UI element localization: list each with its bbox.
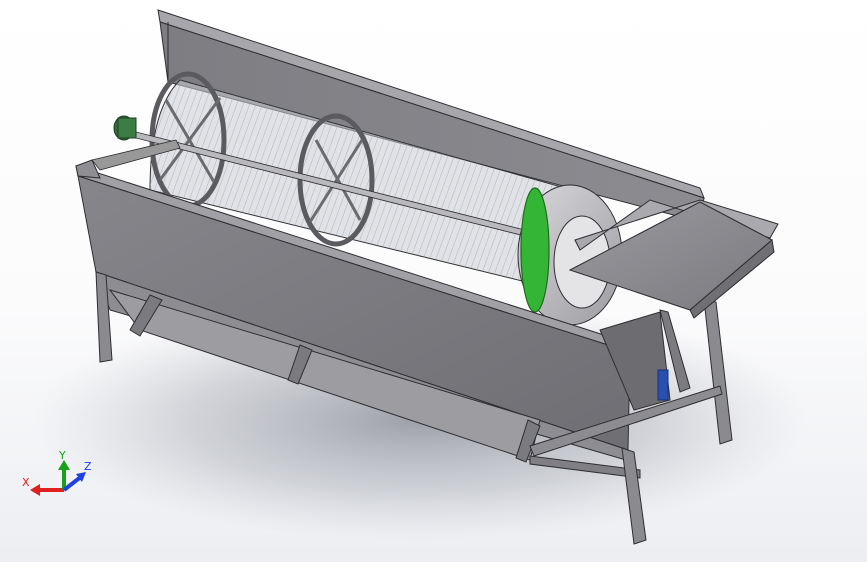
triad-x-label: X — [22, 476, 30, 489]
drive-motor — [113, 115, 137, 141]
triad-z-label: Z — [84, 460, 92, 473]
triad-x-arrow-icon — [30, 484, 40, 496]
triad-y-label: Y — [58, 449, 66, 462]
cad-viewport[interactable]: X Y Z — [0, 0, 867, 562]
model-scene: X Y Z — [22, 9, 810, 545]
